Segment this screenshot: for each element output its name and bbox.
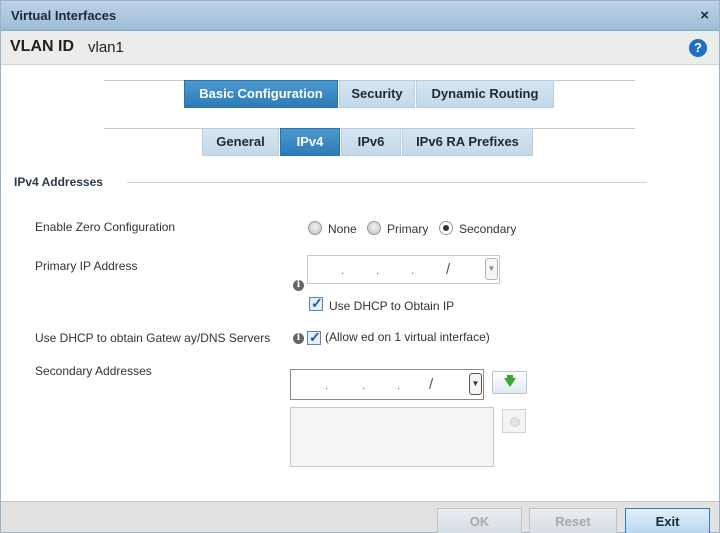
tab-ipv6-ra-prefixes[interactable]: IPv6 RA Prefixes	[402, 128, 533, 156]
tab-general[interactable]: General	[202, 128, 279, 156]
primary-ip-label: Primary IP Address	[35, 259, 138, 273]
chevron-down-icon[interactable]: ▼	[485, 258, 498, 280]
footer-bar: OK Reset Exit	[1, 501, 719, 533]
radio-primary[interactable]	[367, 221, 381, 235]
title-bar: Virtual Interfaces ×	[1, 1, 719, 31]
radio-primary-label: Primary	[387, 222, 429, 236]
close-icon[interactable]: ×	[700, 7, 709, 24]
tab-security[interactable]: Security	[339, 80, 415, 108]
section-title: IPv4 Addresses	[14, 175, 103, 189]
vlan-id-label: VLAN ID	[10, 38, 74, 55]
tab-ipv6[interactable]: IPv6	[341, 128, 401, 156]
radio-secondary-label: Secondary	[459, 222, 517, 236]
dhcp-gateway-label: Use DHCP to obtain Gatew ay/DNS Servers	[35, 331, 271, 345]
tab-basic-configuration[interactable]: Basic Configuration	[184, 80, 338, 108]
vlan-header: VLAN ID vlan1 ?	[1, 31, 719, 65]
zero-config-label: Enable Zero Configuration	[35, 220, 176, 234]
tab-dynamic-routing[interactable]: Dynamic Routing	[416, 80, 554, 108]
virtual-interfaces-dialog: Virtual Interfaces × VLAN ID vlan1 ? Bas…	[0, 0, 720, 533]
dhcp-gateway-checkbox[interactable]	[307, 329, 321, 346]
chevron-down-icon[interactable]: ▼	[469, 373, 482, 395]
info-icon: i	[293, 280, 304, 291]
vlan-id-value: vlan1	[88, 39, 124, 56]
secondary-ip-input[interactable]: . . . / ▼	[290, 369, 484, 400]
ok-button[interactable]: OK	[437, 508, 522, 533]
primary-ip-input[interactable]: . . . / ▼	[307, 255, 500, 284]
remove-icon[interactable]	[502, 409, 526, 433]
add-arrow-icon[interactable]	[492, 371, 527, 394]
radio-secondary[interactable]	[439, 221, 453, 235]
dhcp-obtain-checkbox[interactable]	[309, 295, 323, 312]
dhcp-obtain-label: Use DHCP to Obtain IP	[329, 299, 455, 313]
radio-none-label: None	[328, 222, 357, 236]
reset-button[interactable]: Reset	[529, 508, 617, 533]
dhcp-gateway-note: (Allow ed on 1 virtual interface)	[325, 330, 490, 344]
secondary-addresses-list[interactable]	[290, 407, 494, 467]
section-divider	[127, 182, 647, 183]
secondary-addresses-label: Secondary Addresses	[35, 364, 152, 378]
radio-none[interactable]	[308, 221, 322, 235]
exit-button[interactable]: Exit	[625, 508, 710, 533]
tab-ipv4[interactable]: IPv4	[280, 128, 340, 156]
help-icon[interactable]: ?	[689, 39, 707, 57]
info-icon: i	[293, 333, 304, 344]
window-title: Virtual Interfaces	[11, 8, 117, 23]
